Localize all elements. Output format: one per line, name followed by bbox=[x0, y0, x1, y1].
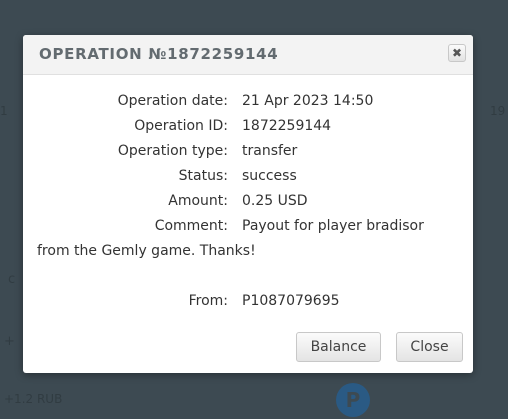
from-row: From: P1087079695 bbox=[23, 291, 473, 311]
operation-dialog: OPERATION №1872259144 ✖ Operation date: … bbox=[23, 35, 473, 373]
comment-row: Comment: Payout for player bradisor bbox=[23, 216, 473, 236]
balance-button[interactable]: Balance bbox=[296, 332, 381, 362]
background-text: c bbox=[8, 272, 16, 287]
operation-type-row: Operation type: transfer bbox=[23, 141, 473, 161]
payeer-logo-icon: P bbox=[336, 383, 370, 417]
operation-date-value: 21 Apr 2023 14:50 bbox=[242, 93, 374, 109]
amount-row: Amount: 0.25 USD bbox=[23, 191, 473, 211]
background-text: + bbox=[4, 334, 15, 349]
dialog-header: OPERATION №1872259144 ✖ bbox=[23, 35, 473, 75]
comment-continuation-row: from the Gemly game. Thanks! bbox=[23, 241, 473, 261]
from-value: P1087079695 bbox=[242, 293, 340, 309]
comment-value-line-2: from the Gemly game. Thanks! bbox=[37, 243, 256, 259]
close-button[interactable]: Close bbox=[396, 332, 463, 362]
background-text: 1 bbox=[0, 104, 8, 118]
status-label: Status: bbox=[178, 168, 228, 184]
close-icon[interactable]: ✖ bbox=[448, 44, 466, 62]
operation-type-label: Operation type: bbox=[117, 143, 228, 159]
amount-value: 0.25 USD bbox=[242, 193, 308, 209]
operation-date-row: Operation date: 21 Apr 2023 14:50 bbox=[23, 91, 473, 111]
operation-date-label: Operation date: bbox=[117, 93, 228, 109]
dialog-title: OPERATION №1872259144 bbox=[39, 45, 279, 63]
operation-id-row: Operation ID: 1872259144 bbox=[23, 116, 473, 136]
comment-label: Comment: bbox=[154, 218, 228, 234]
operation-id-label: Operation ID: bbox=[134, 118, 228, 134]
from-label: From: bbox=[188, 293, 228, 309]
background-amount-text: +1.2 RUB bbox=[4, 392, 63, 406]
status-row: Status: success bbox=[23, 166, 473, 186]
comment-value-line-1: Payout for player bradisor bbox=[242, 218, 424, 234]
operation-id-value: 1872259144 bbox=[242, 118, 332, 134]
background-text: 19 bbox=[490, 104, 506, 118]
operation-type-value: transfer bbox=[242, 143, 298, 159]
status-value: success bbox=[242, 168, 297, 184]
amount-label: Amount: bbox=[168, 193, 228, 209]
